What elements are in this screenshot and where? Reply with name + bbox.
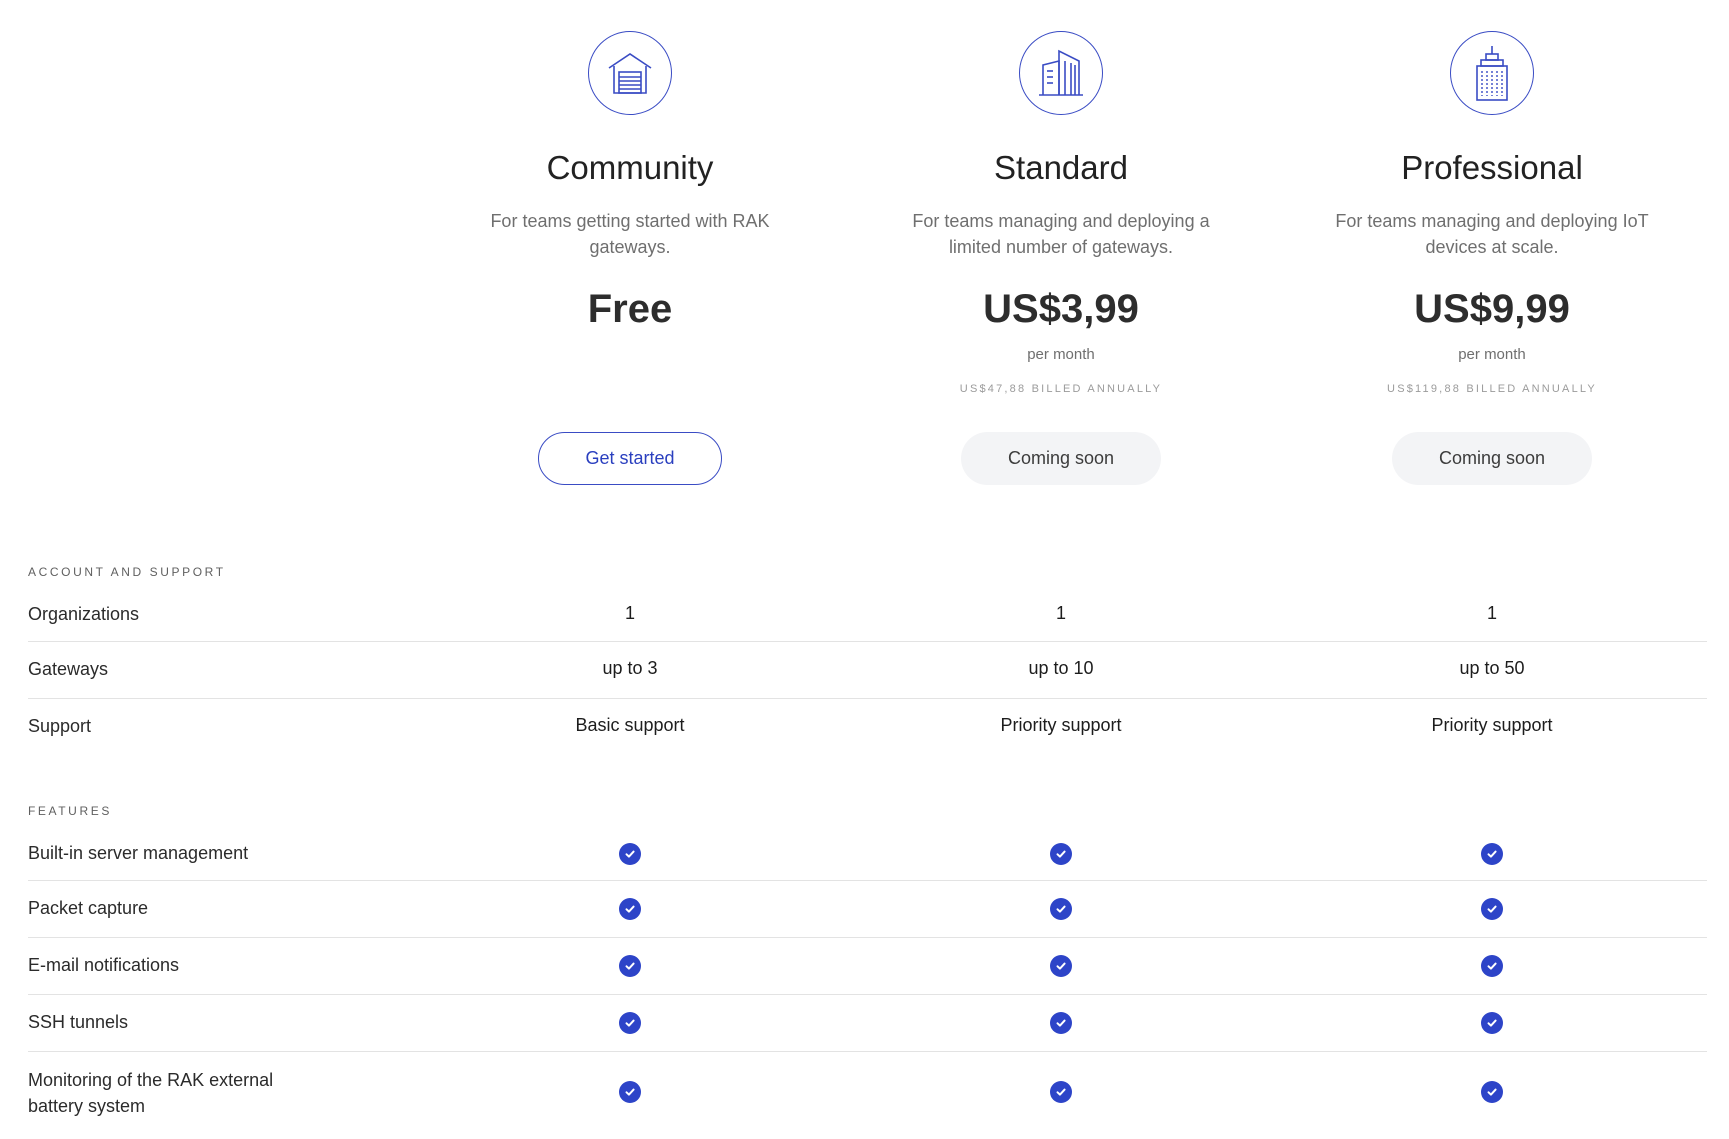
- plan-description: For teams managing and deploying IoT dev…: [1335, 211, 1649, 257]
- office-building-icon: [1019, 31, 1103, 115]
- checkmark-icon: [1050, 955, 1072, 977]
- plan-price: Free: [587, 287, 673, 331]
- plan-description: For teams getting started with RAK gatew…: [490, 211, 770, 257]
- table-row-packet-capture: Packet capture: [28, 881, 1707, 938]
- table-cell: Priority support: [1000, 715, 1122, 735]
- checkmark-icon: [1481, 1081, 1503, 1103]
- section-heading-account-support: ACCOUNT AND SUPPORT: [28, 565, 226, 579]
- table-cell: up to 50: [1459, 658, 1525, 678]
- checkmark-icon: [1050, 898, 1072, 920]
- checkmark-icon: [1481, 1012, 1503, 1034]
- plan-standard: Standard For teams managing and deployin…: [871, 31, 1251, 485]
- plan-annual-billing: US$47,88 BILLED ANNUALLY: [959, 383, 1163, 395]
- checkmark-icon: [1050, 843, 1072, 865]
- checkmark-icon: [1481, 898, 1503, 920]
- table-cell: 1: [624, 603, 635, 623]
- row-label: Support: [28, 716, 92, 736]
- table-row-ssh-tunnels: SSH tunnels: [28, 995, 1707, 1052]
- plan-name: Standard: [994, 149, 1128, 186]
- table-row-battery-monitoring: Monitoring of the RAK external battery s…: [28, 1052, 1707, 1132]
- plan-description: For teams managing and deploying a limit…: [912, 211, 1210, 257]
- coming-soon-button[interactable]: Coming soon: [1392, 432, 1592, 485]
- row-label: Packet capture: [28, 898, 149, 918]
- table-row-gateways: Gateways up to 3 up to 10 up to 50: [28, 642, 1707, 699]
- section-heading-features: FEATURES: [28, 804, 112, 818]
- plan-price: US$9,99: [1414, 287, 1570, 331]
- table-cell: up to 10: [1028, 658, 1094, 678]
- get-started-button[interactable]: Get started: [538, 432, 722, 485]
- plan-professional: Professional For teams managing and depl…: [1302, 31, 1682, 485]
- plan-billing-period: per month: [1027, 346, 1095, 363]
- table-row-built-in-server-management: Built-in server management: [28, 829, 1707, 881]
- checkmark-icon: [1481, 955, 1503, 977]
- row-label: Monitoring of the RAK external battery s…: [28, 1070, 274, 1116]
- checkmark-icon: [619, 898, 641, 920]
- plan-billing-period: per month: [1458, 346, 1526, 363]
- coming-soon-button[interactable]: Coming soon: [961, 432, 1161, 485]
- skyscraper-icon: [1450, 31, 1534, 115]
- table-cell: 1: [1486, 603, 1497, 623]
- table-cell: Priority support: [1431, 715, 1553, 735]
- checkmark-icon: [1050, 1081, 1072, 1103]
- checkmark-icon: [619, 843, 641, 865]
- plan-annual-billing: US$119,88 BILLED ANNUALLY: [1387, 383, 1597, 395]
- garage-icon: [588, 31, 672, 115]
- table-row-support: Support Basic support Priority support P…: [28, 699, 1707, 756]
- checkmark-icon: [619, 1081, 641, 1103]
- plan-price: US$3,99: [983, 287, 1139, 331]
- pricing-page: Community For teams getting started with…: [0, 0, 1729, 1139]
- plan-name: Community: [546, 149, 714, 186]
- row-label: SSH tunnels: [28, 1012, 129, 1032]
- table-cell: Basic support: [575, 715, 685, 735]
- row-label: Gateways: [28, 659, 109, 679]
- checkmark-icon: [1481, 843, 1503, 865]
- checkmark-icon: [619, 955, 641, 977]
- table-cell: up to 3: [602, 658, 658, 678]
- checkmark-icon: [619, 1012, 641, 1034]
- checkmark-icon: [1050, 1012, 1072, 1034]
- row-label: E-mail notifications: [28, 955, 180, 975]
- table-cell: 1: [1055, 603, 1066, 623]
- row-label: Built-in server management: [28, 843, 249, 863]
- plan-community: Community For teams getting started with…: [440, 31, 820, 485]
- table-row-email-notifications: E-mail notifications: [28, 938, 1707, 995]
- plan-name: Professional: [1401, 149, 1583, 186]
- row-label: Organizations: [28, 604, 140, 624]
- table-row-organizations: Organizations 1 1 1: [28, 590, 1707, 642]
